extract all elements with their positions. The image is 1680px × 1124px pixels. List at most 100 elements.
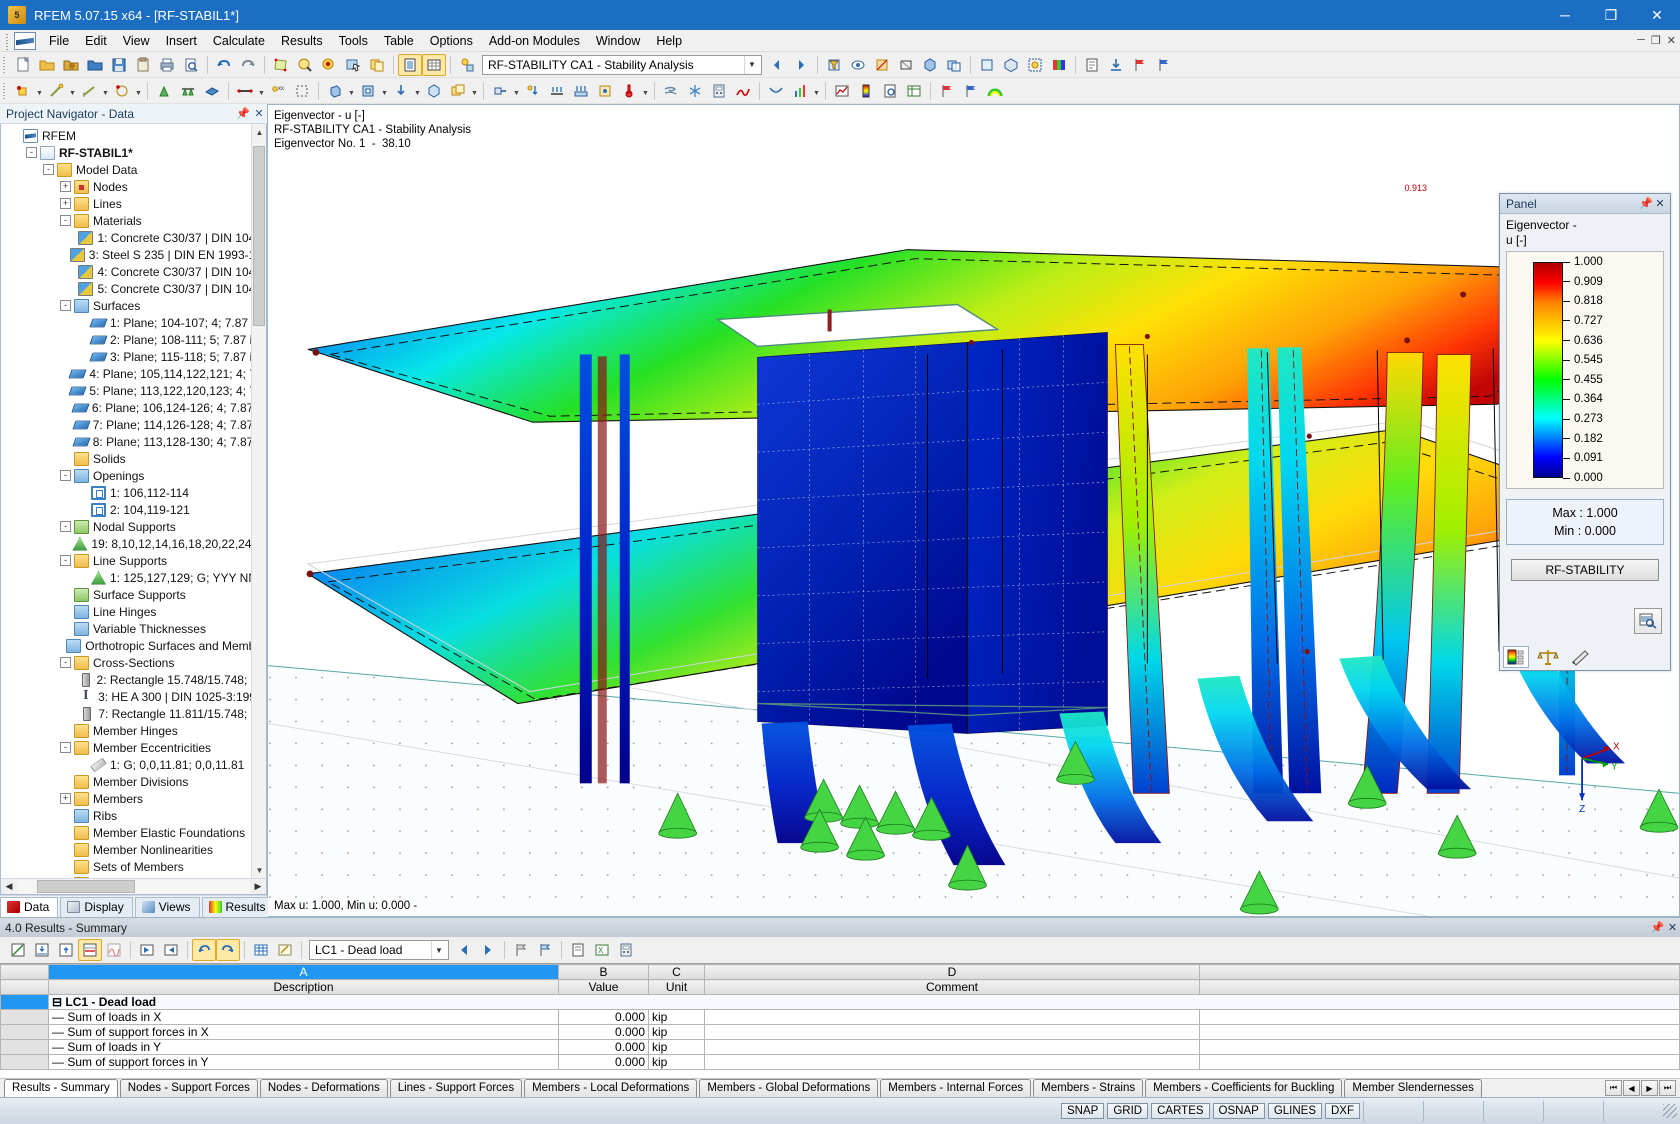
tree-item-5-concrete-c30-37-din-1045[interactable]: 5: Concrete C30/37 | DIN 1045-	[5, 280, 266, 297]
cell-description[interactable]: — Sum of support forces in Y	[48, 1054, 559, 1070]
column-extra[interactable]	[1199, 964, 1680, 980]
color-legend[interactable]: 1.000 0.909 0.818 0.727 0.636 0.545 0.455 0.364…	[1506, 251, 1664, 489]
menu-item-addon-modules[interactable]: Add-on Modules	[481, 31, 588, 51]
status-button-dxf[interactable]: DXF	[1325, 1103, 1360, 1119]
tree-item-8-plane-113-128-130-4-7-87-in[interactable]: 8: Plane; 113,128-130; 4; 7.87 in	[5, 433, 266, 450]
menu-item-window[interactable]: Window	[588, 31, 648, 51]
chevron-down-icon[interactable]: ▼	[431, 941, 446, 959]
scroll-track[interactable]	[17, 879, 250, 894]
results-tab-results-summary[interactable]: Results - Summary	[4, 1079, 118, 1097]
tree-item-2-rectangle-15-748-15-748-co[interactable]: 2: Rectangle 15.748/15.748; Co	[5, 671, 266, 688]
menubar-grip[interactable]	[4, 31, 12, 50]
load-member-icon[interactable]	[545, 80, 569, 102]
view-iso-icon[interactable]	[999, 54, 1023, 76]
cell-extra[interactable]	[1199, 1039, 1680, 1055]
cell-comment[interactable]	[704, 1039, 1200, 1055]
menu-item-calculate[interactable]: Calculate	[205, 31, 273, 51]
tree-item-19-8-10-12-14-16-18-20-22-24-y[interactable]: 19: 8,10,12,14,16,18,20,22,24; Y	[5, 535, 266, 552]
tree-item-1-g-0-0-11-81-0-0-11-81[interactable]: 1: G; 0,0,11.81; 0,0,11.81	[5, 756, 266, 773]
surface-icon[interactable]	[200, 80, 224, 102]
rf-stability-button[interactable]: RF-STABILITY	[1511, 559, 1659, 581]
tab-prev-icon[interactable]: ◀	[1623, 1080, 1640, 1096]
collapse-icon[interactable]: -	[26, 147, 37, 158]
results-tab-lines-support-forces[interactable]: Lines - Support Forces	[389, 1079, 523, 1097]
cell-value[interactable]: 0.000	[558, 1024, 649, 1040]
expand-icon[interactable]: +	[60, 181, 71, 192]
cell-unit[interactable]: kip	[648, 1039, 705, 1055]
navigator-tab-results[interactable]: Results	[201, 897, 275, 917]
section-icon[interactable]	[870, 54, 894, 76]
tree-item-sets-of-members[interactable]: Sets of Members	[5, 858, 266, 875]
collapse-icon[interactable]: -	[60, 657, 71, 668]
navigator-tab-data[interactable]: Data	[0, 897, 59, 917]
navigator-tab-views[interactable]: Views	[134, 897, 200, 917]
select-view-icon[interactable]	[341, 54, 365, 76]
rainbow-icon[interactable]	[983, 80, 1007, 102]
panel-tab-filter[interactable]	[1567, 646, 1593, 668]
redo-icon[interactable]	[236, 54, 260, 76]
save-as-icon[interactable]	[59, 54, 83, 76]
collapse-icon[interactable]: -	[60, 300, 71, 311]
print-icon[interactable]	[155, 54, 179, 76]
results-tab-nodes-support-forces[interactable]: Nodes - Support Forces	[119, 1079, 258, 1097]
cell-value[interactable]: 0.000	[558, 1054, 649, 1070]
load-surface-icon[interactable]	[569, 80, 593, 102]
row-header[interactable]	[0, 1039, 49, 1055]
table-grid-icon[interactable]	[422, 53, 446, 76]
collapse-icon[interactable]: -	[43, 164, 54, 175]
pin-icon[interactable]: 📌	[235, 107, 251, 120]
shading-icon[interactable]	[918, 54, 942, 76]
results-tab-members-coefficients-buckling[interactable]: Members - Coefficients for Buckling	[1145, 1079, 1343, 1097]
results-tab-members-local-deformations[interactable]: Members - Local Deformations	[524, 1079, 698, 1097]
navigator-horizontal-scrollbar[interactable]: ◀ ▶	[0, 878, 267, 895]
tree-item-orthotropic-surfaces-and-membra[interactable]: Orthotropic Surfaces and Membra	[5, 637, 266, 654]
column-letter-c[interactable]: C	[648, 964, 705, 980]
row-header[interactable]	[0, 1009, 49, 1025]
loadcase-combobox[interactable]: RF-STABILITY CA1 - Stability Analysis ▼	[482, 54, 762, 75]
color-render-icon[interactable]	[1047, 54, 1071, 76]
status-button-glines[interactable]: GLINES	[1267, 1103, 1322, 1119]
menu-item-help[interactable]: Help	[648, 31, 690, 51]
chevron-down-icon[interactable]: ▼	[101, 80, 110, 102]
filter-loads-icon[interactable]	[822, 54, 846, 76]
cell-comment[interactable]	[704, 1024, 1200, 1040]
export-icon[interactable]	[1104, 54, 1128, 76]
line-icon[interactable]	[44, 80, 68, 102]
prev-loadcase-icon[interactable]	[765, 54, 789, 76]
tab-last-icon[interactable]: ⏭	[1659, 1080, 1676, 1096]
collapse-icon[interactable]: -	[60, 521, 71, 532]
close-icon[interactable]: ✕	[251, 107, 267, 120]
minimize-button[interactable]: ─	[1542, 0, 1588, 30]
table-undo-icon[interactable]	[192, 939, 216, 961]
menu-item-results[interactable]: Results	[273, 31, 331, 51]
results-tab-members-global-deformations[interactable]: Members - Global Deformations	[699, 1079, 879, 1097]
tree-item-line-hinges[interactable]: Line Hinges	[5, 603, 266, 620]
toolbar-grip[interactable]	[2, 80, 8, 101]
chevron-down-icon[interactable]: ▼	[512, 80, 521, 102]
support-icon[interactable]	[152, 80, 176, 102]
print-preview-icon[interactable]	[179, 54, 203, 76]
tree-item-rfem[interactable]: RFEM	[5, 127, 266, 144]
wireframe-icon[interactable]	[894, 54, 918, 76]
cell-extra[interactable]	[1199, 1054, 1680, 1070]
status-button-cartes[interactable]: CARTES	[1151, 1103, 1210, 1119]
print-table-icon[interactable]	[566, 939, 590, 961]
zoom-target-icon[interactable]	[317, 54, 341, 76]
chevron-down-icon[interactable]: ▼	[812, 80, 821, 102]
flag-red-icon[interactable]	[1128, 54, 1152, 76]
pin-icon[interactable]: 📌	[1650, 921, 1665, 934]
menu-item-file[interactable]: File	[41, 31, 77, 51]
open-folder-icon[interactable]	[35, 54, 59, 76]
table-chart-icon[interactable]	[102, 939, 126, 961]
opening-icon[interactable]	[356, 80, 380, 102]
tree-item-4-concrete-c30-37-din-1045[interactable]: 4: Concrete C30/37 | DIN 1045-	[5, 263, 266, 280]
load-apply-icon[interactable]	[455, 54, 479, 76]
graph-icon[interactable]	[830, 80, 854, 102]
tree-item-line-supports[interactable]: - Line Supports	[5, 552, 266, 569]
table-row[interactable]: — Sum of support forces in X 0.000 kip	[0, 1024, 1680, 1040]
scroll-up-icon[interactable]: ▲	[252, 124, 266, 140]
cell-comment[interactable]	[704, 1009, 1200, 1025]
cell-unit[interactable]: kip	[648, 1009, 705, 1025]
mdi-minimize-icon[interactable]: ─	[1637, 34, 1645, 47]
results-tab-members-strains[interactable]: Members - Strains	[1033, 1079, 1144, 1097]
